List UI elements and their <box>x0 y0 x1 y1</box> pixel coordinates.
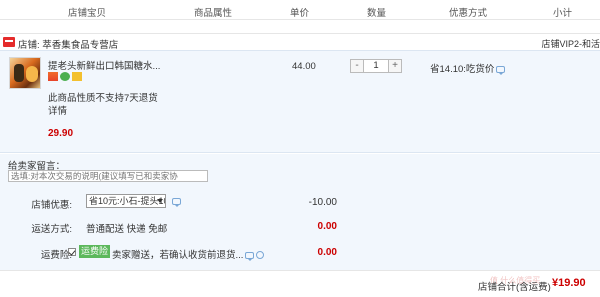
shop-discount-selected: 省10元:小石-提头10 <box>89 196 166 206</box>
detail-link[interactable]: 详情 <box>48 103 67 117</box>
shop-total-label: 店铺合计(含运费) <box>478 282 551 293</box>
quantity-increase-button[interactable]: + <box>388 60 401 72</box>
header-shop-item: 店铺宝贝 <box>68 8 107 19</box>
insurance-checkbox[interactable] <box>68 248 76 256</box>
badge-icon[interactable] <box>60 72 70 81</box>
promo-text: 省14.10:吃货价 <box>430 61 506 75</box>
shop-discount-row: 店铺优惠: 省10元:小石-提头10 -10.00 <box>0 194 600 212</box>
insurance-text: 卖家赠送，若确认收货前退货... <box>112 247 265 261</box>
product-thumbnail[interactable] <box>9 57 41 89</box>
shop-name-link[interactable]: 店铺: 萃香集食品专营店 <box>18 37 118 51</box>
shipping-row: 运送方式: 普通配送 快递 免邮 0.00 <box>0 218 600 236</box>
header-subtotal: 小计 <box>553 8 573 19</box>
item-price: 29.90 <box>48 128 74 139</box>
promo-label: 省14.10:吃货价 <box>430 64 495 75</box>
product-title-link[interactable]: 提老头新鲜出口韩国糖水... <box>48 58 160 72</box>
header-props: 商品属性 <box>194 8 233 19</box>
help-icon[interactable] <box>256 251 265 260</box>
shop-discount-amount: -10.00 <box>308 197 337 208</box>
shop-discount-select[interactable]: 省10元:小石-提头10 <box>86 194 166 208</box>
quantity-stepper: - 1 + <box>350 59 402 73</box>
quantity-decrease-button[interactable]: - <box>351 60 364 72</box>
shop-icon <box>3 37 15 47</box>
service-badges <box>48 72 84 82</box>
shop-vip-label[interactable]: 店铺VIP2-和活 <box>541 37 600 50</box>
return-policy-text: 此商品性质不支持7天退货 <box>48 93 158 104</box>
table-header: 店铺宝贝 商品属性 单价 数量 优惠方式 小计 <box>0 0 600 20</box>
insurance-tag: 运费险 <box>79 245 111 258</box>
chat-icon[interactable] <box>172 198 181 207</box>
header-unit-price: 单价 <box>290 8 310 19</box>
shipping-label: 运送方式: <box>31 224 72 235</box>
insurance-row: 运费险: 运费险 卖家赠送，若确认收货前退货... 0.00 <box>0 244 600 262</box>
shop-discount-label: 店铺优惠: <box>31 200 72 211</box>
order-item-row: 提老头新鲜出口韩国糖水... 此商品性质不支持7天退货 详情 29.90 44.… <box>0 50 600 153</box>
chat-icon[interactable] <box>245 251 255 261</box>
badge-icon[interactable] <box>48 72 58 81</box>
header-quantity: 数量 <box>367 8 387 19</box>
shipping-method: 普通配送 快递 免邮 <box>86 224 168 235</box>
badge-icon[interactable] <box>72 72 82 81</box>
shop-total-value: ¥19.90 <box>552 277 586 289</box>
insurance-text-label: 卖家赠送，若确认收货前退货... <box>112 250 244 261</box>
seller-message-input[interactable] <box>8 170 208 182</box>
insurance-amount: 0.00 <box>317 247 337 258</box>
shipping-amount: 0.00 <box>317 221 337 232</box>
chevron-down-icon <box>157 199 163 203</box>
quantity-input[interactable]: 1 <box>365 60 387 72</box>
chat-icon[interactable] <box>496 65 506 75</box>
unit-price: 44.00 <box>292 61 316 72</box>
shop-bar: 店铺: 萃香集食品专营店 店铺VIP2-和活 <box>0 33 600 51</box>
header-promo: 优惠方式 <box>449 8 488 19</box>
shop-total-bar: 值 什么值得买 店铺合计(含运费) ¥19.90 <box>0 270 600 297</box>
